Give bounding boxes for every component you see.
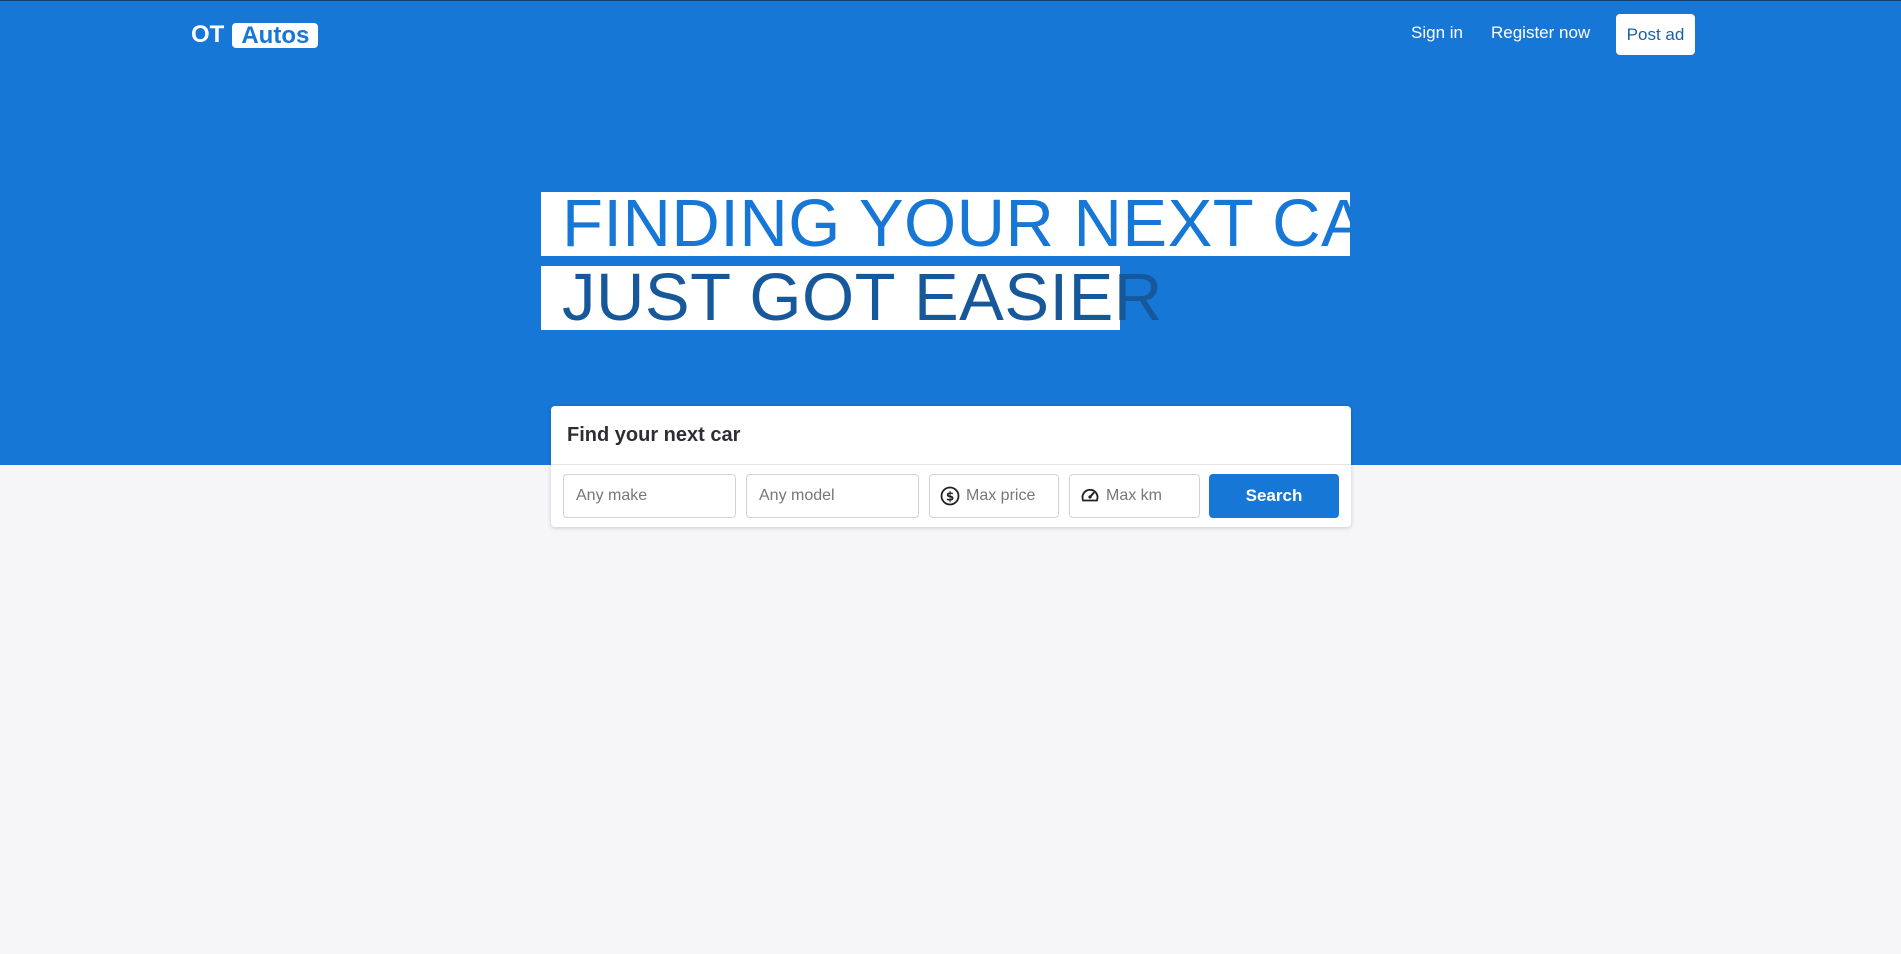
dollar-circle-icon: $ [940,486,960,506]
max-price-input[interactable] [960,487,1058,505]
km-field [1069,474,1200,518]
price-field: $ [929,474,1059,518]
top-navbar: OT Autos Sign in Register now Post ad [0,1,1901,67]
hero-banner: OT Autos Sign in Register now Post ad FI… [0,0,1901,465]
search-card-title: Find your next car [567,424,741,446]
model-input[interactable] [747,487,918,505]
sign-in-link[interactable]: Sign in [1411,23,1463,43]
headline-line-1: FINDING YOUR NEXT CAR [541,190,1415,257]
hero-headline: FINDING YOUR NEXT CAR JUST GOT EASIER [541,190,1415,331]
register-link[interactable]: Register now [1491,23,1590,43]
post-ad-button[interactable]: Post ad [1616,14,1695,55]
headline-line-2: JUST GOT EASIER [541,264,1162,331]
brand-logo[interactable]: OT Autos [191,21,319,49]
make-field [563,474,736,518]
speedometer-icon [1080,486,1100,506]
make-input[interactable] [564,487,735,505]
brand-name: Autos [232,22,319,48]
card-divider [551,464,1351,465]
max-km-input[interactable] [1100,487,1199,505]
search-card: Find your next car $ Search [551,406,1351,527]
svg-text:$: $ [946,490,954,504]
model-field [746,474,919,518]
brand-prefix: OT [191,21,225,48]
search-button[interactable]: Search [1209,474,1339,518]
